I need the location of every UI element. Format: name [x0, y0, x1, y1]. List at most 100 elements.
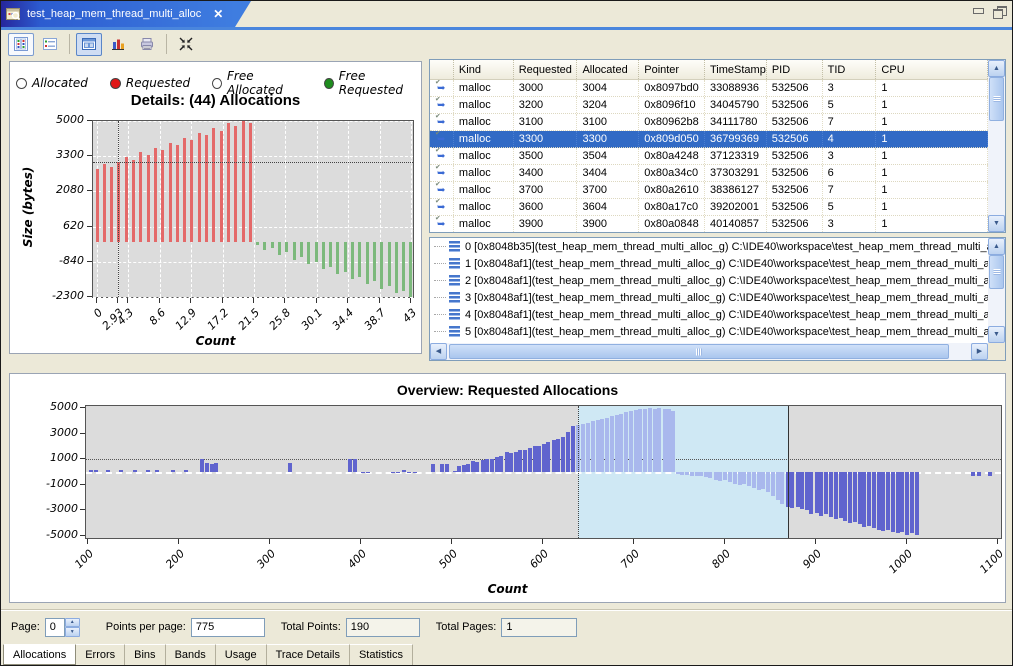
table-row[interactable]: ➥malloc310031000x80962b83411178053250671	[430, 114, 988, 131]
overview-bar[interactable]	[634, 410, 638, 472]
overview-bar[interactable]	[971, 472, 975, 476]
overview-bar[interactable]	[815, 472, 819, 513]
allocation-bar[interactable]	[234, 126, 237, 242]
trace-scroll-thumb[interactable]	[989, 255, 1004, 289]
overview-bar[interactable]	[566, 432, 570, 472]
overview-bar[interactable]	[891, 472, 895, 532]
overview-bar[interactable]	[556, 439, 560, 472]
allocation-bar[interactable]	[147, 155, 150, 242]
overview-bar[interactable]	[742, 472, 746, 484]
overview-bar[interactable]	[481, 460, 485, 472]
scroll-up-icon[interactable]: ▲	[988, 60, 1005, 77]
allocation-bar[interactable]	[293, 242, 296, 260]
legend-item[interactable]: Allocated	[16, 76, 88, 90]
overview-bar[interactable]	[94, 470, 98, 472]
table-row[interactable]: ➥malloc320032040x8096f103404579053250651	[430, 97, 988, 114]
allocation-bar[interactable]	[205, 135, 208, 241]
overview-bar[interactable]	[862, 472, 866, 527]
overview-bar[interactable]	[910, 472, 914, 533]
overview-bar[interactable]	[653, 409, 657, 472]
overview-bar[interactable]	[533, 446, 537, 472]
overview-bar[interactable]	[824, 472, 828, 514]
details-chart-plot[interactable]	[92, 120, 414, 298]
overview-bar[interactable]	[800, 472, 804, 509]
trace-list-item[interactable]: 5 [0x8048af1](test_heap_mem_thread_multi…	[430, 323, 988, 340]
legend-radio-icon[interactable]	[212, 78, 222, 89]
overview-bar[interactable]	[571, 426, 575, 472]
overview-bar[interactable]	[752, 472, 756, 488]
overview-chart-plot[interactable]	[85, 405, 1002, 539]
column-header-pid[interactable]: PID	[767, 60, 823, 79]
legend-radio-icon[interactable]	[324, 78, 334, 89]
overview-bar[interactable]	[657, 408, 661, 472]
overview-bar[interactable]	[210, 464, 214, 472]
overview-bar[interactable]	[643, 409, 647, 472]
overview-bar[interactable]	[805, 472, 809, 510]
trace-vertical-scrollbar[interactable]: ▲ ▼	[988, 238, 1005, 343]
overview-bar[interactable]	[457, 466, 461, 472]
trace-list-item[interactable]: 3 [0x8048af1](test_heap_mem_thread_multi…	[430, 289, 988, 306]
overview-bar[interactable]	[776, 472, 780, 500]
overview-bar[interactable]	[591, 421, 595, 472]
overview-bar[interactable]	[518, 450, 522, 472]
overview-bar[interactable]	[718, 472, 722, 481]
allocation-bar[interactable]	[110, 167, 113, 242]
allocation-bar[interactable]	[373, 242, 376, 282]
overview-bar[interactable]	[671, 411, 675, 472]
overview-bar[interactable]	[106, 470, 110, 472]
overview-bar[interactable]	[738, 472, 742, 485]
overview-bar[interactable]	[485, 459, 489, 472]
overview-bar[interactable]	[843, 472, 847, 521]
legend-radio-icon[interactable]	[110, 78, 121, 89]
overview-bar[interactable]	[988, 472, 992, 476]
overview-bar[interactable]	[867, 472, 871, 526]
overview-bar[interactable]	[546, 442, 550, 472]
overview-bar[interactable]	[704, 472, 708, 477]
allocation-bar[interactable]	[271, 242, 274, 248]
allocation-bar[interactable]	[322, 242, 325, 270]
allocation-bar[interactable]	[300, 242, 303, 258]
allocation-bar[interactable]	[366, 242, 369, 284]
overview-bar[interactable]	[761, 472, 765, 489]
overview-bar[interactable]	[155, 470, 159, 472]
overview-bar[interactable]	[695, 472, 699, 476]
scroll-left-icon[interactable]: ◀	[430, 343, 447, 360]
overview-bar[interactable]	[848, 472, 852, 523]
table-row[interactable]: ➥malloc360036040x80a17c03920200153250651	[430, 199, 988, 216]
overview-bar[interactable]	[581, 424, 585, 472]
tab-bands[interactable]: Bands	[166, 644, 216, 665]
table-row[interactable]: ➥malloc300030040x8097bd03308893653250631	[430, 80, 988, 97]
page-spinner[interactable]: ▲ ▼	[65, 618, 80, 637]
bar-chart-button[interactable]	[105, 33, 131, 56]
tab-allocations[interactable]: Allocations	[3, 644, 76, 665]
trace-horizontal-scrollbar[interactable]: ◀ ▶	[430, 343, 988, 360]
overview-bar[interactable]	[900, 472, 904, 532]
allocation-bar[interactable]	[380, 242, 383, 289]
overview-bar[interactable]	[288, 463, 292, 472]
allocation-bar[interactable]	[344, 242, 347, 272]
points-per-page-field[interactable]: 775	[191, 618, 265, 637]
overview-bar[interactable]	[391, 472, 395, 473]
table-row[interactable]: ➥malloc390039000x80a08484014085753250631	[430, 216, 988, 232]
overview-bar[interactable]	[663, 409, 667, 472]
overview-bar[interactable]	[586, 423, 590, 472]
allocation-bar[interactable]	[183, 138, 186, 242]
overview-bar[interactable]	[685, 472, 689, 475]
column-header-timestamp[interactable]: TimeStamp	[705, 60, 767, 79]
allocation-bar[interactable]	[285, 242, 288, 253]
column-header-cpu[interactable]: CPU	[876, 60, 988, 79]
allocation-bar[interactable]	[176, 145, 179, 241]
overview-bar[interactable]	[834, 472, 838, 519]
overview-bar[interactable]	[466, 464, 470, 472]
overview-bar[interactable]	[89, 470, 93, 472]
overview-bar[interactable]	[615, 415, 619, 472]
tab-usage[interactable]: Usage	[216, 644, 267, 665]
legend-radio-icon[interactable]	[16, 78, 27, 89]
overview-bar[interactable]	[605, 418, 609, 472]
overview-bar[interactable]	[839, 472, 843, 518]
trace-list-item[interactable]: 2 [0x8048af1](test_heap_mem_thread_multi…	[430, 272, 988, 289]
overview-bar[interactable]	[402, 470, 406, 472]
overview-bar[interactable]	[714, 472, 718, 480]
overview-bar[interactable]	[790, 472, 794, 508]
overview-bar[interactable]	[471, 461, 475, 472]
